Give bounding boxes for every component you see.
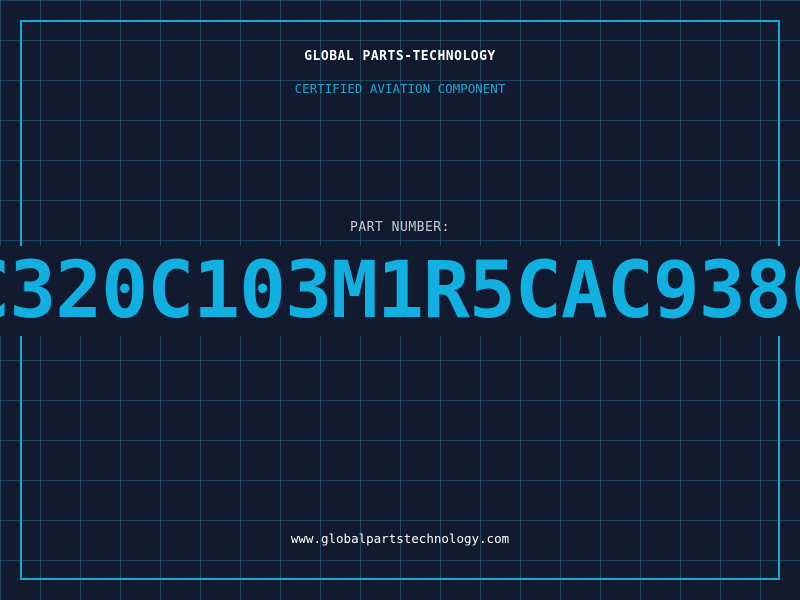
company-name: GLOBAL PARTS-TECHNOLOGY xyxy=(304,49,496,64)
certification-subtitle: CERTIFIED AVIATION COMPONENT xyxy=(294,81,506,96)
part-number-value: C320C103M1R5CAC9380 xyxy=(0,246,800,336)
website-url: www.globalpartstechnology.com xyxy=(290,531,510,546)
part-number-band: C320C103M1R5CAC9380 xyxy=(0,246,800,336)
part-number-label: PART NUMBER: xyxy=(350,220,450,235)
